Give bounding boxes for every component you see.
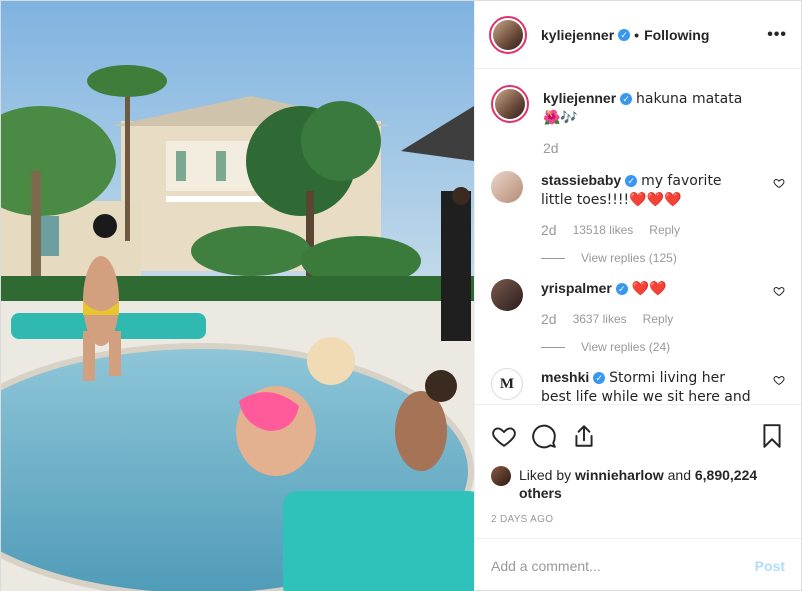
comment-username[interactable]: meshki xyxy=(541,369,589,385)
comment-icon[interactable] xyxy=(531,423,557,449)
comment-age[interactable]: 2d xyxy=(541,221,557,239)
comment-item: stassiebaby ✓ my favorite little toes!!!!… xyxy=(491,171,785,267)
comment-like-heart-icon[interactable] xyxy=(773,177,785,189)
pool-scene-image xyxy=(1,1,474,591)
comment-input[interactable] xyxy=(491,557,755,574)
meshki-logo: M xyxy=(499,375,515,392)
comment-age[interactable]: 2d xyxy=(541,310,557,328)
reply-button[interactable]: Reply xyxy=(643,310,674,328)
liked-by-connector: and xyxy=(667,467,691,483)
post-modal: kyliejenner ✓ • Following ••• kyliejenne… xyxy=(0,0,802,591)
caption-item: kyliejenner ✓ hakuna matata 🌺🎶 2d xyxy=(491,85,785,157)
add-comment-bar: Post xyxy=(475,538,801,591)
comment-username[interactable]: yrispalmer xyxy=(541,280,612,296)
comment-item: yrispalmer ✓ ❤️❤️ 2d 3637 likes Reply Vie… xyxy=(491,279,785,356)
comment-item: M meshki ✓ Stormi living her best life wh… xyxy=(491,368,785,404)
post-button[interactable]: Post xyxy=(755,558,785,574)
view-replies[interactable]: View replies (125) xyxy=(541,249,757,267)
liked-by: Liked by winnieharlow and 6,890,224 othe… xyxy=(475,466,801,506)
view-replies[interactable]: View replies (24) xyxy=(541,338,757,356)
caption-meta: 2d xyxy=(543,139,757,157)
liked-by-prefix: Liked by xyxy=(519,467,572,483)
verified-icon: ✓ xyxy=(625,175,638,188)
comment-likes[interactable]: 13518 likes xyxy=(573,221,634,239)
replies-divider xyxy=(541,257,565,259)
author-avatar[interactable] xyxy=(489,15,527,54)
verified-icon: ✓ xyxy=(593,372,606,385)
comment-meta: 2d 3637 likes Reply xyxy=(541,310,757,328)
comment-text: ❤️❤️ xyxy=(631,281,667,297)
author-username[interactable]: kyliejenner xyxy=(541,27,614,43)
verified-icon: ✓ xyxy=(620,93,633,106)
caption-username[interactable]: kyliejenner xyxy=(543,90,616,106)
commenter-avatar[interactable] xyxy=(491,279,523,311)
view-replies-label[interactable]: View replies (24) xyxy=(581,338,670,356)
verified-icon: ✓ xyxy=(615,283,628,296)
commenter-avatar[interactable]: M xyxy=(491,368,523,400)
view-replies-label[interactable]: View replies (125) xyxy=(581,249,677,267)
following-button[interactable]: Following xyxy=(644,27,709,43)
post-header: kyliejenner ✓ • Following ••• xyxy=(475,1,801,69)
more-icon[interactable]: ••• xyxy=(767,26,787,44)
share-icon[interactable] xyxy=(571,423,597,449)
header-separator: • xyxy=(634,26,640,43)
caption-age[interactable]: 2d xyxy=(543,139,559,157)
verified-icon: ✓ xyxy=(618,28,631,41)
heart-icon[interactable] xyxy=(491,423,517,449)
post-photo[interactable] xyxy=(1,1,474,591)
comment-like-heart-icon[interactable] xyxy=(773,374,785,386)
liked-by-user[interactable]: winnieharlow xyxy=(575,467,664,483)
post-details-panel: kyliejenner ✓ • Following ••• kyliejenne… xyxy=(474,1,801,591)
bookmark-icon[interactable] xyxy=(759,423,785,449)
comment-username[interactable]: stassiebaby xyxy=(541,172,621,188)
comment-likes[interactable]: 3637 likes xyxy=(573,310,627,328)
commenter-avatar[interactable] xyxy=(491,171,523,203)
comment-meta: 2d 13518 likes Reply xyxy=(541,221,757,239)
post-actions xyxy=(475,404,801,466)
post-date[interactable]: 2 DAYS AGO xyxy=(475,506,801,538)
comment-like-heart-icon[interactable] xyxy=(773,285,785,297)
liker-avatar[interactable] xyxy=(491,466,511,486)
replies-divider xyxy=(541,346,565,348)
reply-button[interactable]: Reply xyxy=(649,221,680,239)
caption-avatar[interactable] xyxy=(491,85,529,123)
comments-list[interactable]: kyliejenner ✓ hakuna matata 🌺🎶 2d stassie… xyxy=(475,69,801,404)
